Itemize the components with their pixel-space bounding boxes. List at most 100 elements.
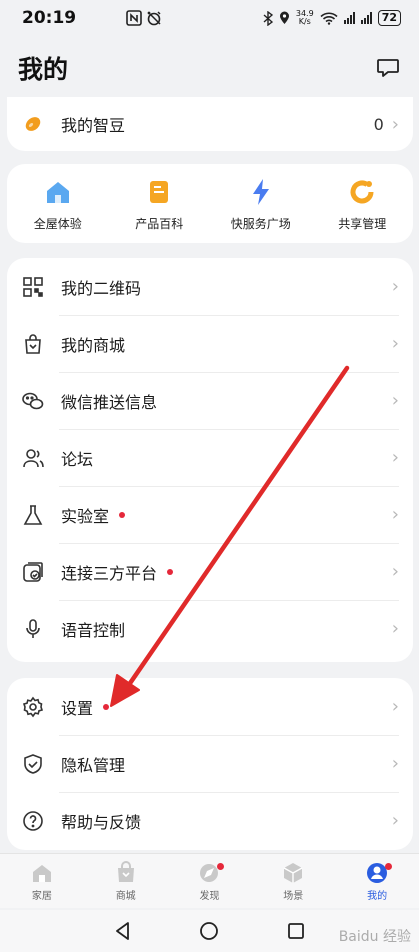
menu-card-main: 我的二维码 › 我的商城 › 微信推送信息 › 论坛 › 实验室 › 连接三方平… <box>7 258 413 662</box>
wifi-icon <box>320 12 338 25</box>
chevron-right-icon: › <box>391 561 399 582</box>
quick-whole-house[interactable]: 全屋体验 <box>13 177 103 232</box>
location-icon <box>279 11 289 24</box>
menu-item-help[interactable]: 帮助与反馈 › <box>7 792 413 849</box>
bag-icon <box>117 860 134 882</box>
signal-2-icon <box>360 12 372 24</box>
gear-icon <box>21 695 45 719</box>
qrcode-icon <box>21 275 45 299</box>
menu-label: 连接三方平台 <box>61 563 158 583</box>
help-icon <box>21 809 45 833</box>
home-icon <box>32 864 51 882</box>
beans-label: 我的智豆 <box>61 116 126 135</box>
quick-label: 产品百科 <box>135 216 184 231</box>
menu-card-settings: 设置 › 隐私管理 › 帮助与反馈 › <box>7 678 413 850</box>
chevron-right-icon: › <box>391 696 399 717</box>
chevron-right-icon: › <box>391 504 399 525</box>
chevron-right-icon: › <box>391 447 399 468</box>
tab-label: 场景 <box>283 890 304 902</box>
menu-label: 我的二维码 <box>61 278 142 298</box>
menu-label: 实验室 <box>61 506 110 526</box>
notification-dot <box>385 862 393 870</box>
notification-dot <box>217 862 225 870</box>
tab-home[interactable]: 家居 <box>7 861 77 902</box>
recents-icon[interactable] <box>286 921 306 941</box>
page-header: 我的 <box>0 40 419 96</box>
cube-icon <box>283 862 303 883</box>
beans-value: 0 <box>373 114 384 134</box>
tab-mall[interactable]: 商城 <box>91 860 161 902</box>
tab-discover[interactable]: 发现 <box>174 861 244 902</box>
menu-item-shop[interactable]: 我的商城 › <box>7 315 413 372</box>
quick-share-manage[interactable]: 共享管理 <box>317 177 407 232</box>
chevron-right-icon: › <box>391 810 399 831</box>
status-notifications <box>126 10 162 26</box>
shield-icon <box>21 752 45 776</box>
quick-service-plaza[interactable]: 快服务广场 <box>216 177 306 232</box>
menu-item-privacy[interactable]: 隐私管理 › <box>7 735 413 792</box>
menu-label: 微信推送信息 <box>61 392 158 412</box>
microphone-icon <box>21 617 45 641</box>
book-icon <box>150 180 169 203</box>
menu-label: 隐私管理 <box>61 755 126 775</box>
battery-indicator: 72 <box>377 10 401 26</box>
netspeed-unit: K/s <box>298 17 311 26</box>
people-icon <box>21 446 45 470</box>
menu-label: 帮助与反馈 <box>61 812 142 832</box>
menu-item-third-party[interactable]: 连接三方平台 › <box>7 543 413 600</box>
tab-scene[interactable]: 场景 <box>258 861 328 902</box>
tab-mine[interactable]: 我的 <box>342 861 412 902</box>
menu-item-forum[interactable]: 论坛 › <box>7 429 413 486</box>
flask-icon <box>21 503 45 527</box>
menu-item-voice[interactable]: 语音控制 › <box>7 600 413 657</box>
home-button-icon[interactable] <box>199 921 219 941</box>
shopping-bag-icon <box>21 332 45 356</box>
bluetooth-icon <box>263 10 273 26</box>
nfc-icon <box>126 10 142 26</box>
signal-icon <box>343 12 355 24</box>
menu-item-qrcode[interactable]: 我的二维码 › <box>7 258 413 315</box>
tab-label: 我的 <box>367 890 388 902</box>
chevron-right-icon: › <box>391 753 399 774</box>
menu-label: 我的商城 <box>61 335 126 355</box>
wechat-icon <box>21 389 45 413</box>
watermark: Baidu 经验 <box>338 929 411 945</box>
menu-item-wechat[interactable]: 微信推送信息 › <box>7 372 413 429</box>
quick-actions: 全屋体验 产品百科 快服务广场 共享管理 <box>7 164 413 244</box>
tab-label: 发现 <box>199 890 220 902</box>
house-icon <box>46 181 69 203</box>
back-icon[interactable] <box>113 921 133 941</box>
quick-label: 快服务广场 <box>230 216 291 231</box>
status-right: 34.9 K/s 72 <box>263 10 401 26</box>
share-icon <box>350 180 374 203</box>
status-bar: 20:19 34.9 K/s 72 <box>0 0 419 36</box>
network-speed: 34.9 K/s <box>296 10 314 26</box>
bottom-tab-bar: 家居 商城 发现 场景 我的 <box>0 853 419 908</box>
menu-item-lab[interactable]: 实验室 › <box>7 486 413 543</box>
notification-dot <box>103 703 110 710</box>
chevron-right-icon: › <box>391 113 399 135</box>
notification-dot <box>119 511 126 518</box>
chevron-right-icon: › <box>391 333 399 354</box>
alarm-off-icon <box>147 11 161 26</box>
menu-item-settings[interactable]: 设置 › <box>7 678 413 735</box>
quick-label: 全屋体验 <box>33 216 82 231</box>
beans-card: 我的智豆 0 › <box>7 97 413 151</box>
bean-icon <box>21 112 45 136</box>
message-icon[interactable] <box>375 55 401 81</box>
menu-label: 论坛 <box>61 449 94 469</box>
chevron-right-icon: › <box>391 276 399 297</box>
page-title: 我的 <box>18 55 69 84</box>
quick-label: 共享管理 <box>338 216 387 231</box>
quick-actions-card: 全屋体验 产品百科 快服务广场 共享管理 <box>7 164 413 243</box>
quick-product-wiki[interactable]: 产品百科 <box>114 177 204 232</box>
chevron-right-icon: › <box>391 618 399 639</box>
link-platform-icon <box>21 560 45 584</box>
beans-row[interactable]: 我的智豆 0 › <box>7 97 413 151</box>
menu-label: 设置 <box>61 698 94 718</box>
chevron-right-icon: › <box>391 390 399 411</box>
tab-label: 商城 <box>115 890 136 902</box>
menu-label: 语音控制 <box>61 620 126 640</box>
status-time: 20:19 <box>22 8 77 28</box>
tab-label: 家居 <box>31 890 52 902</box>
